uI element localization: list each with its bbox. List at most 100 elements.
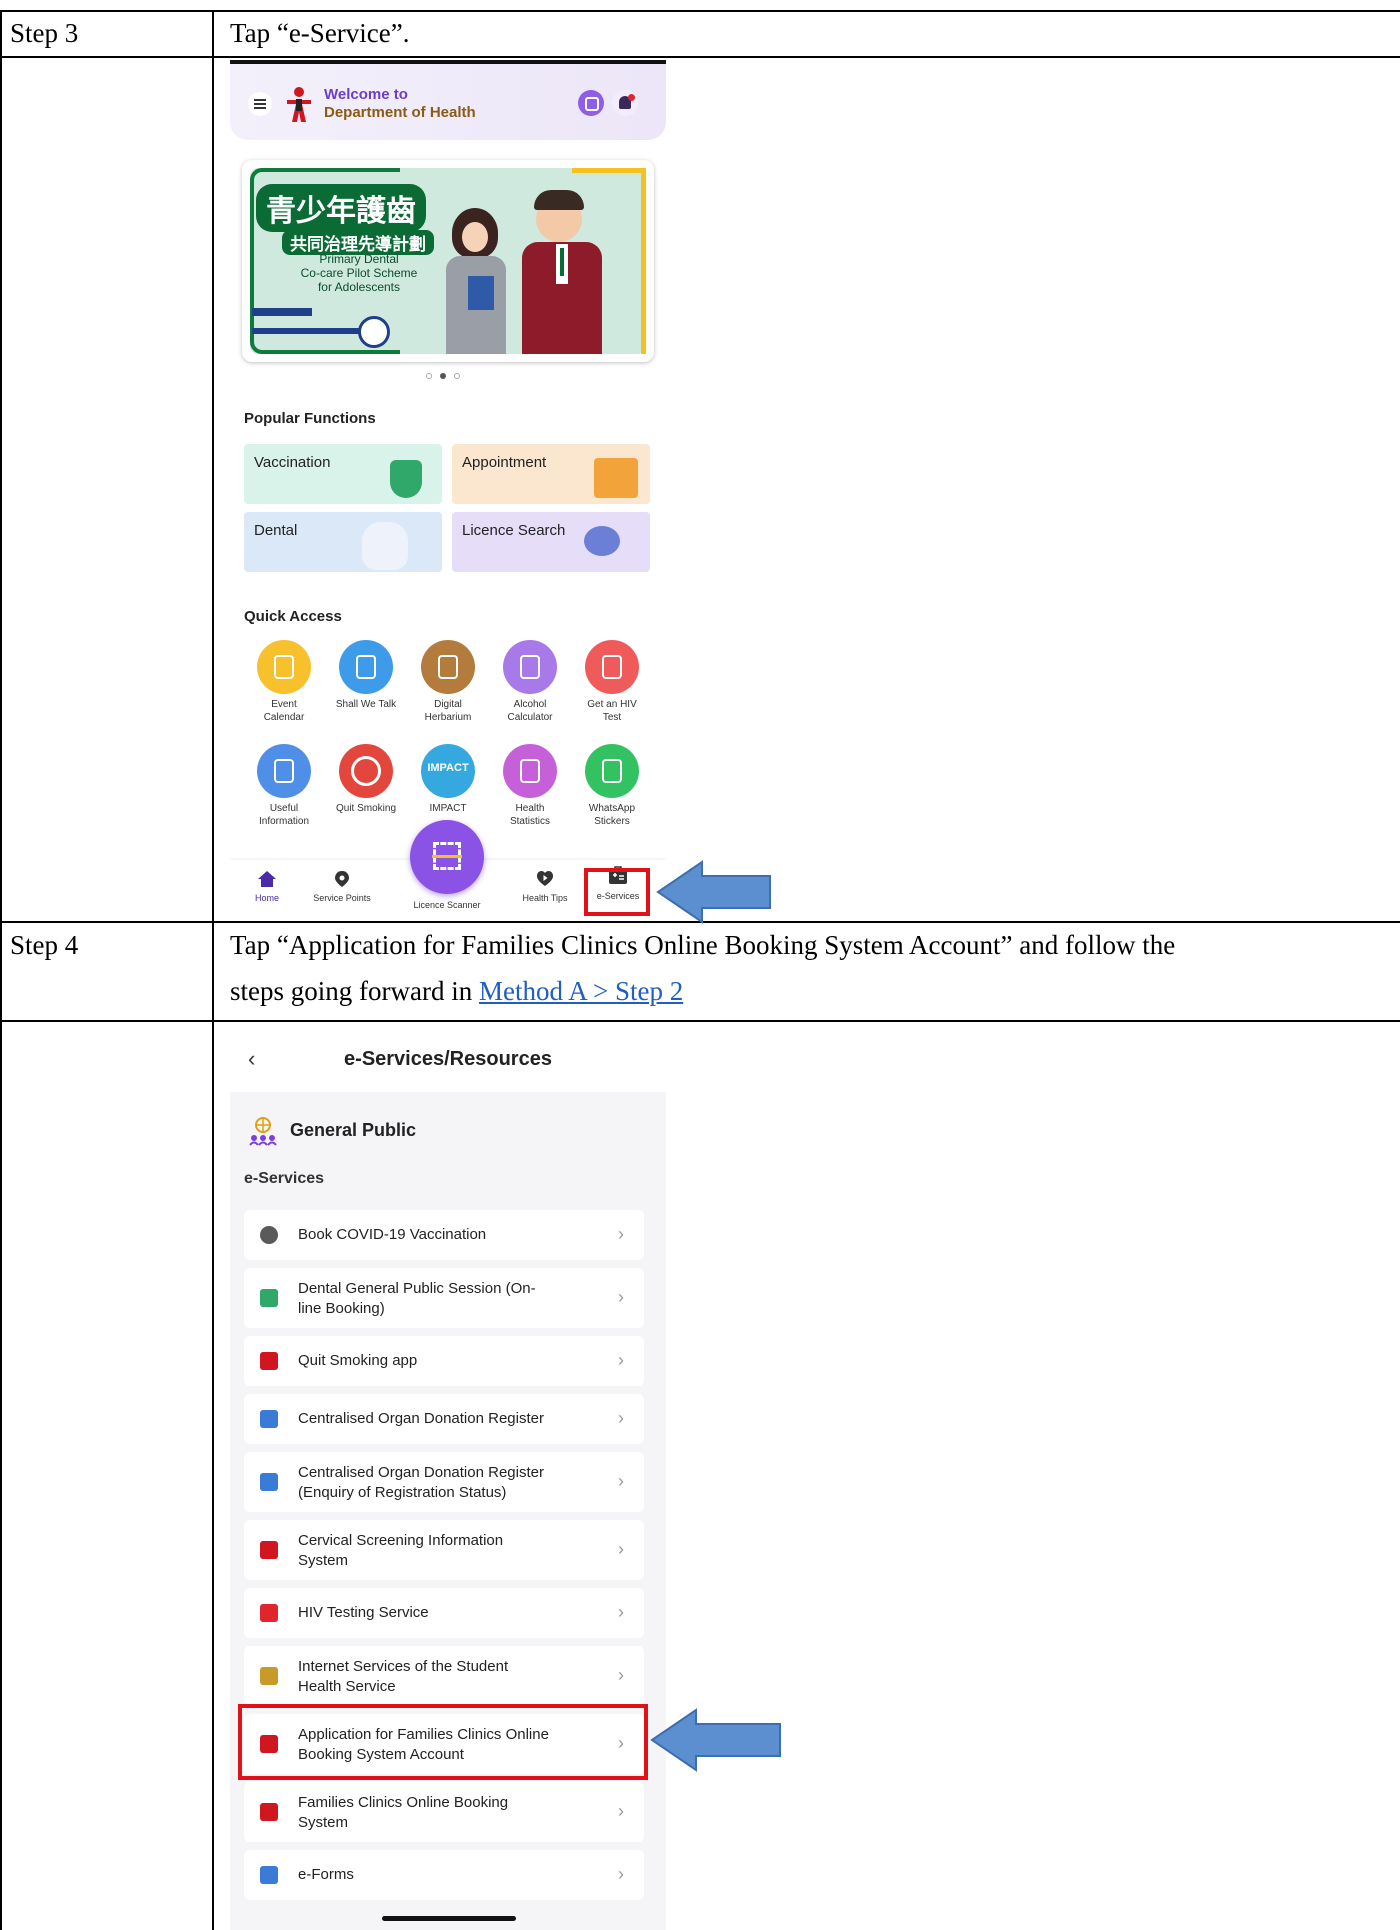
quick-access-item[interactable]: Useful Information [238, 744, 330, 828]
e-service-list-item[interactable]: Centralised Organ Donation Register (Enqu… [244, 1452, 644, 1512]
qr-scan-icon[interactable] [578, 90, 604, 116]
e-service-item-line1: e-Forms [298, 1866, 354, 1883]
nav-home[interactable]: Home [242, 870, 292, 903]
e-service-item-line1: Dental General Public Session (On- [298, 1280, 536, 1297]
pointer-arrow-icon [650, 1708, 781, 1772]
chevron-right-icon: › [618, 1224, 624, 1244]
e-service-list-item[interactable]: Book COVID-19 Vaccination › [244, 1210, 644, 1260]
e-services-screenshot: ‹ e-Services/Resources General Public e-… [230, 1030, 666, 1930]
e-service-list-item[interactable]: Dental General Public Session (On-line B… [244, 1268, 644, 1328]
quick-access-label: Shall We Talk [335, 699, 397, 710]
e-services-header: ‹ e-Services/Resources [230, 1030, 666, 1092]
step4-instruction-line2: steps going forward in Method A > Step 2 [230, 970, 683, 1012]
e-service-item-text: Families Clinics Online Booking System [298, 1793, 598, 1833]
e-service-list-item[interactable]: Families Clinics Online Booking System › [244, 1782, 644, 1842]
quick-access-label: Useful [269, 803, 299, 814]
icon-glyph [351, 756, 381, 786]
promo-banner[interactable]: 青少年護齒 共同治理先導計劃 Primary Dental Co-care Pi… [242, 160, 654, 362]
nav-licence-scanner-label: Licence Scanner [413, 900, 481, 910]
e-service-list-item[interactable]: Quit Smoking app › [244, 1336, 644, 1386]
e-services-title: e-Services/Resources [344, 1048, 552, 1070]
step4-instruction-line1: Tap “Application for Families Clinics On… [230, 930, 1176, 960]
quick-access-item[interactable]: Health Statistics [484, 744, 576, 828]
step4-instruction-text: steps going forward in [230, 976, 479, 1006]
nav-service-points[interactable]: Service Points [302, 870, 382, 903]
popular-function-icon [390, 460, 422, 498]
banner-en-line1: Primary Dental [319, 252, 399, 266]
chevron-right-icon: › [618, 1471, 624, 1491]
carousel-dots[interactable] [426, 372, 470, 380]
e-service-item-text: e-Forms [298, 1865, 598, 1885]
no-smoking-icon [339, 744, 393, 798]
statistics-icon [503, 744, 557, 798]
quick-access-title: Quick Access [244, 608, 342, 625]
step3-label: Step 3 [10, 18, 79, 48]
doh-icon [260, 1541, 278, 1559]
quick-access-item[interactable]: Get an HIV Test [566, 640, 658, 724]
e-service-item-line2: System [298, 1552, 349, 1569]
quick-access-label: Test [602, 712, 622, 723]
eforms-icon [260, 1866, 278, 1884]
document-icon [257, 744, 311, 798]
licence-scanner-button[interactable] [410, 820, 484, 894]
quick-access-item[interactable]: WhatsApp Stickers [566, 744, 658, 828]
e-services-subheading: e-Services [244, 1170, 325, 1187]
quick-access-item[interactable]: Shall We Talk [320, 640, 412, 711]
menu-icon[interactable] [248, 92, 272, 116]
general-public-icon [249, 1117, 277, 1146]
e-service-list-item[interactable]: e-Forms › [244, 1850, 644, 1900]
quick-access-item[interactable]: Alcohol Calculator [484, 640, 576, 724]
banner-english-title: Primary Dental Co-care Pilot Scheme for … [284, 252, 434, 294]
quick-access-label: IMPACT [429, 803, 467, 814]
popular-function-tile[interactable]: Appointment [452, 444, 650, 504]
e-service-list-item[interactable]: Internet Services of the Student Health S… [244, 1646, 644, 1706]
student-health-icon [260, 1667, 278, 1685]
hp-icon [260, 1226, 278, 1244]
chevron-right-icon: › [618, 1287, 624, 1307]
e-service-item-text: Dental General Public Session (On-line B… [298, 1279, 598, 1319]
notification-bell-icon[interactable] [612, 90, 638, 116]
doh-icon [260, 1352, 278, 1370]
step4-label: Step 4 [10, 930, 79, 960]
e-service-item-line1: Centralised Organ Donation Register [298, 1464, 544, 1481]
quick-access-label: Information [258, 816, 310, 827]
doh-logo-icon [287, 87, 311, 122]
table-border-top [0, 10, 1400, 12]
quick-access-item[interactable]: Digital Herbarium [402, 640, 494, 724]
icon-glyph [356, 655, 376, 679]
popular-function-label: Vaccination [254, 454, 331, 471]
chevron-right-icon: › [618, 1864, 624, 1884]
e-service-list-item[interactable]: Centralised Organ Donation Register › [244, 1394, 644, 1444]
dental-icon [260, 1289, 278, 1307]
e-service-item-line1: Quit Smoking app [298, 1352, 418, 1369]
organ-icon [260, 1473, 278, 1491]
popular-function-icon [362, 522, 408, 570]
popular-function-tile[interactable]: Vaccination [244, 444, 442, 504]
icon-glyph [602, 655, 622, 679]
doh-icon [260, 1803, 278, 1821]
e-service-item-line1: Families Clinics Online Booking [298, 1794, 509, 1811]
whatsapp-icon [585, 744, 639, 798]
quick-access-item[interactable]: Quit Smoking [320, 744, 412, 815]
e-service-list-item[interactable]: Cervical Screening Information System › [244, 1520, 644, 1580]
e-service-item-text: Centralised Organ Donation Register (Enqu… [298, 1463, 598, 1503]
nav-home-label: Home [254, 893, 279, 903]
e-service-item-text: Cervical Screening Information System [298, 1531, 598, 1571]
quick-access-label: Event [271, 699, 297, 710]
pointer-arrow-icon [656, 860, 771, 924]
popular-function-label: Appointment [462, 454, 547, 471]
method-a-step2-link[interactable]: Method A > Step 2 [479, 976, 683, 1006]
popular-function-icon [584, 526, 620, 556]
e-service-list-item[interactable]: HIV Testing Service › [244, 1588, 644, 1638]
chevron-right-icon: › [618, 1539, 624, 1559]
popular-function-tile[interactable]: Licence Search [452, 512, 650, 572]
popular-function-tile[interactable]: Dental [244, 512, 442, 572]
e-service-item-line2: System [298, 1814, 349, 1831]
nav-health-tips[interactable]: Health Tips [510, 870, 580, 903]
quick-access-item[interactable]: Event Calendar [238, 640, 330, 724]
chevron-right-icon: › [618, 1801, 624, 1821]
quick-access-item[interactable]: IMPACT IMPACT [402, 744, 494, 815]
icon-glyph [520, 759, 540, 783]
quick-access-label: Quit Smoking [335, 803, 397, 814]
table-row-divider [0, 1020, 1400, 1022]
